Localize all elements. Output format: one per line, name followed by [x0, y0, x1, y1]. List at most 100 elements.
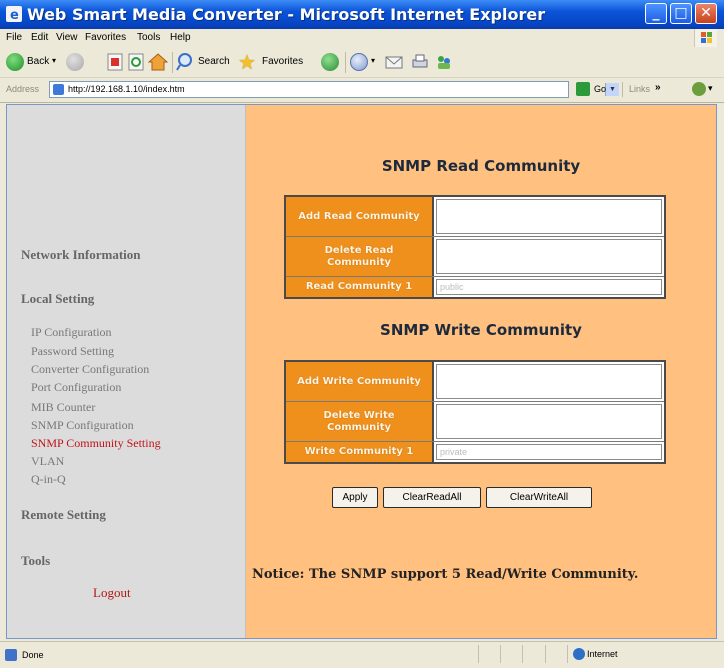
sidebar-item-vlan[interactable]: VLAN	[31, 454, 64, 468]
table-row: Delete Write Community	[286, 402, 664, 442]
delete-write-community-input[interactable]	[436, 404, 662, 439]
logout-link[interactable]: Logout	[93, 585, 131, 601]
back-label: Back	[27, 56, 50, 67]
delete-read-community-input[interactable]	[436, 239, 662, 274]
sidebar: Network Information Local Setting IP Con…	[7, 105, 246, 638]
browser-window: e Web Smart Media Converter - Microsoft …	[0, 0, 724, 668]
read-community-1-input[interactable]	[436, 279, 662, 295]
mail-button[interactable]	[384, 52, 404, 73]
page-content: Network Information Local Setting IP Con…	[6, 104, 717, 639]
search-label: Search	[198, 56, 230, 67]
sidebar-network-information[interactable]: Network Information	[21, 247, 141, 263]
star-icon: ★	[238, 52, 256, 74]
favorites-label: Favorites	[262, 56, 304, 67]
back-dropdown-icon: ▾	[52, 56, 57, 65]
maximize-button[interactable]: □	[670, 3, 692, 24]
write-community-1-input[interactable]	[436, 444, 662, 460]
address-url: http://192.168.1.10/index.htm	[68, 84, 185, 94]
clear-read-all-button[interactable]: ClearReadAll	[383, 487, 481, 508]
status-bar: Done Internet	[0, 641, 724, 668]
go-button[interactable]: Go	[594, 84, 606, 94]
chevron-right-icon: »	[655, 82, 661, 93]
sidebar-item-password-setting[interactable]: Password Setting	[31, 344, 114, 358]
sidebar-item-snmp-community-setting[interactable]: SNMP Community Setting	[31, 436, 161, 450]
menu-favorites[interactable]: Favorites	[85, 32, 126, 43]
write-community-1-label: Write Community 1	[286, 442, 434, 462]
maximize-icon: □	[674, 5, 688, 21]
media-icon	[321, 53, 339, 71]
main-panel: SNMP Read Community Add Read Community D…	[246, 105, 716, 638]
print-icon	[412, 54, 428, 68]
svg-text:e: e	[10, 8, 19, 22]
status-divider	[478, 645, 479, 663]
page-icon	[53, 84, 64, 95]
sidebar-item-mib-counter[interactable]: MIB Counter	[31, 400, 95, 414]
menu-view[interactable]: View	[56, 32, 78, 43]
status-text: Done	[22, 650, 44, 660]
sidebar-tools[interactable]: Tools	[21, 553, 50, 569]
history-dropdown-icon: ▾	[371, 56, 376, 65]
address-bar: Address http://192.168.1.10/index.htm ▼ …	[0, 78, 724, 103]
table-row: Add Read Community	[286, 197, 664, 237]
add-write-community-input[interactable]	[436, 364, 662, 399]
notice-text: Notice: The SNMP support 5 Read/Write Co…	[252, 567, 639, 582]
delete-write-community-label: Delete Write Community	[286, 402, 434, 441]
toolbar-extension-dropdown-icon[interactable]: ▾	[708, 83, 713, 94]
window-title: Web Smart Media Converter - Microsoft In…	[27, 5, 546, 24]
refresh-button[interactable]	[127, 52, 145, 73]
menu-tools[interactable]: Tools	[137, 32, 160, 43]
read-community-title: SNMP Read Community	[381, 157, 581, 175]
search-icon	[176, 53, 192, 71]
add-read-community-input[interactable]	[436, 199, 662, 234]
address-input[interactable]: http://192.168.1.10/index.htm ▼	[49, 81, 619, 98]
apply-button[interactable]: Apply	[332, 487, 378, 508]
stop-button[interactable]	[106, 52, 124, 73]
sidebar-item-snmp-configuration[interactable]: SNMP Configuration	[31, 418, 134, 432]
sidebar-local-setting[interactable]: Local Setting	[21, 291, 94, 307]
links-label: Links	[629, 84, 651, 94]
sidebar-item-ip-configuration[interactable]: IP Configuration	[31, 325, 112, 339]
address-label: Address	[6, 84, 40, 94]
print-button[interactable]	[410, 52, 430, 73]
sidebar-remote-setting[interactable]: Remote Setting	[21, 507, 106, 523]
forward-button[interactable]	[66, 52, 88, 73]
status-divider	[500, 645, 501, 663]
media-button[interactable]	[321, 52, 341, 73]
home-icon	[147, 53, 169, 71]
messenger-button[interactable]	[434, 52, 454, 73]
windows-flag-icon	[694, 29, 717, 47]
back-arrow-icon	[6, 53, 24, 71]
table-row: Delete Read Community	[286, 237, 664, 277]
history-button[interactable]: ▾	[350, 52, 380, 73]
back-button[interactable]: Back ▾	[6, 52, 61, 73]
sidebar-item-port-configuration[interactable]: Port Configuration	[31, 380, 121, 394]
table-row: Read Community 1	[286, 277, 664, 297]
page-done-icon	[5, 649, 17, 661]
minimize-button[interactable]: _	[645, 3, 667, 24]
add-write-community-label: Add Write Community	[286, 362, 434, 401]
go-arrow-icon[interactable]	[576, 82, 590, 96]
clear-write-all-button[interactable]: ClearWriteAll	[486, 487, 592, 508]
sidebar-item-q-in-q[interactable]: Q-in-Q	[31, 472, 66, 486]
toolbar-extension-icon[interactable]	[692, 82, 706, 96]
home-button[interactable]	[147, 52, 169, 73]
address-dropdown-icon[interactable]: ▼	[605, 83, 619, 96]
write-community-title: SNMP Write Community	[380, 321, 582, 339]
menu-file[interactable]: File	[6, 32, 22, 43]
toolbar-divider	[345, 52, 346, 73]
sidebar-item-converter-configuration[interactable]: Converter Configuration	[31, 362, 149, 376]
search-button[interactable]: Search	[176, 52, 234, 73]
title-bar: e Web Smart Media Converter - Microsoft …	[0, 0, 724, 29]
close-button[interactable]: ✕	[695, 3, 717, 24]
table-row: Add Write Community	[286, 362, 664, 402]
read-community-1-label: Read Community 1	[286, 277, 434, 297]
security-zone: Internet	[587, 649, 618, 659]
menu-help[interactable]: Help	[170, 32, 191, 43]
menu-bar: File Edit View Favorites Tools Help	[0, 29, 724, 49]
links-button[interactable]: Links »	[622, 82, 667, 97]
menu-edit[interactable]: Edit	[31, 32, 48, 43]
favorites-button[interactable]: ★ Favorites	[238, 52, 318, 74]
mail-icon	[385, 56, 403, 69]
delete-read-community-label: Delete Read Community	[286, 237, 434, 276]
refresh-icon	[128, 53, 144, 71]
